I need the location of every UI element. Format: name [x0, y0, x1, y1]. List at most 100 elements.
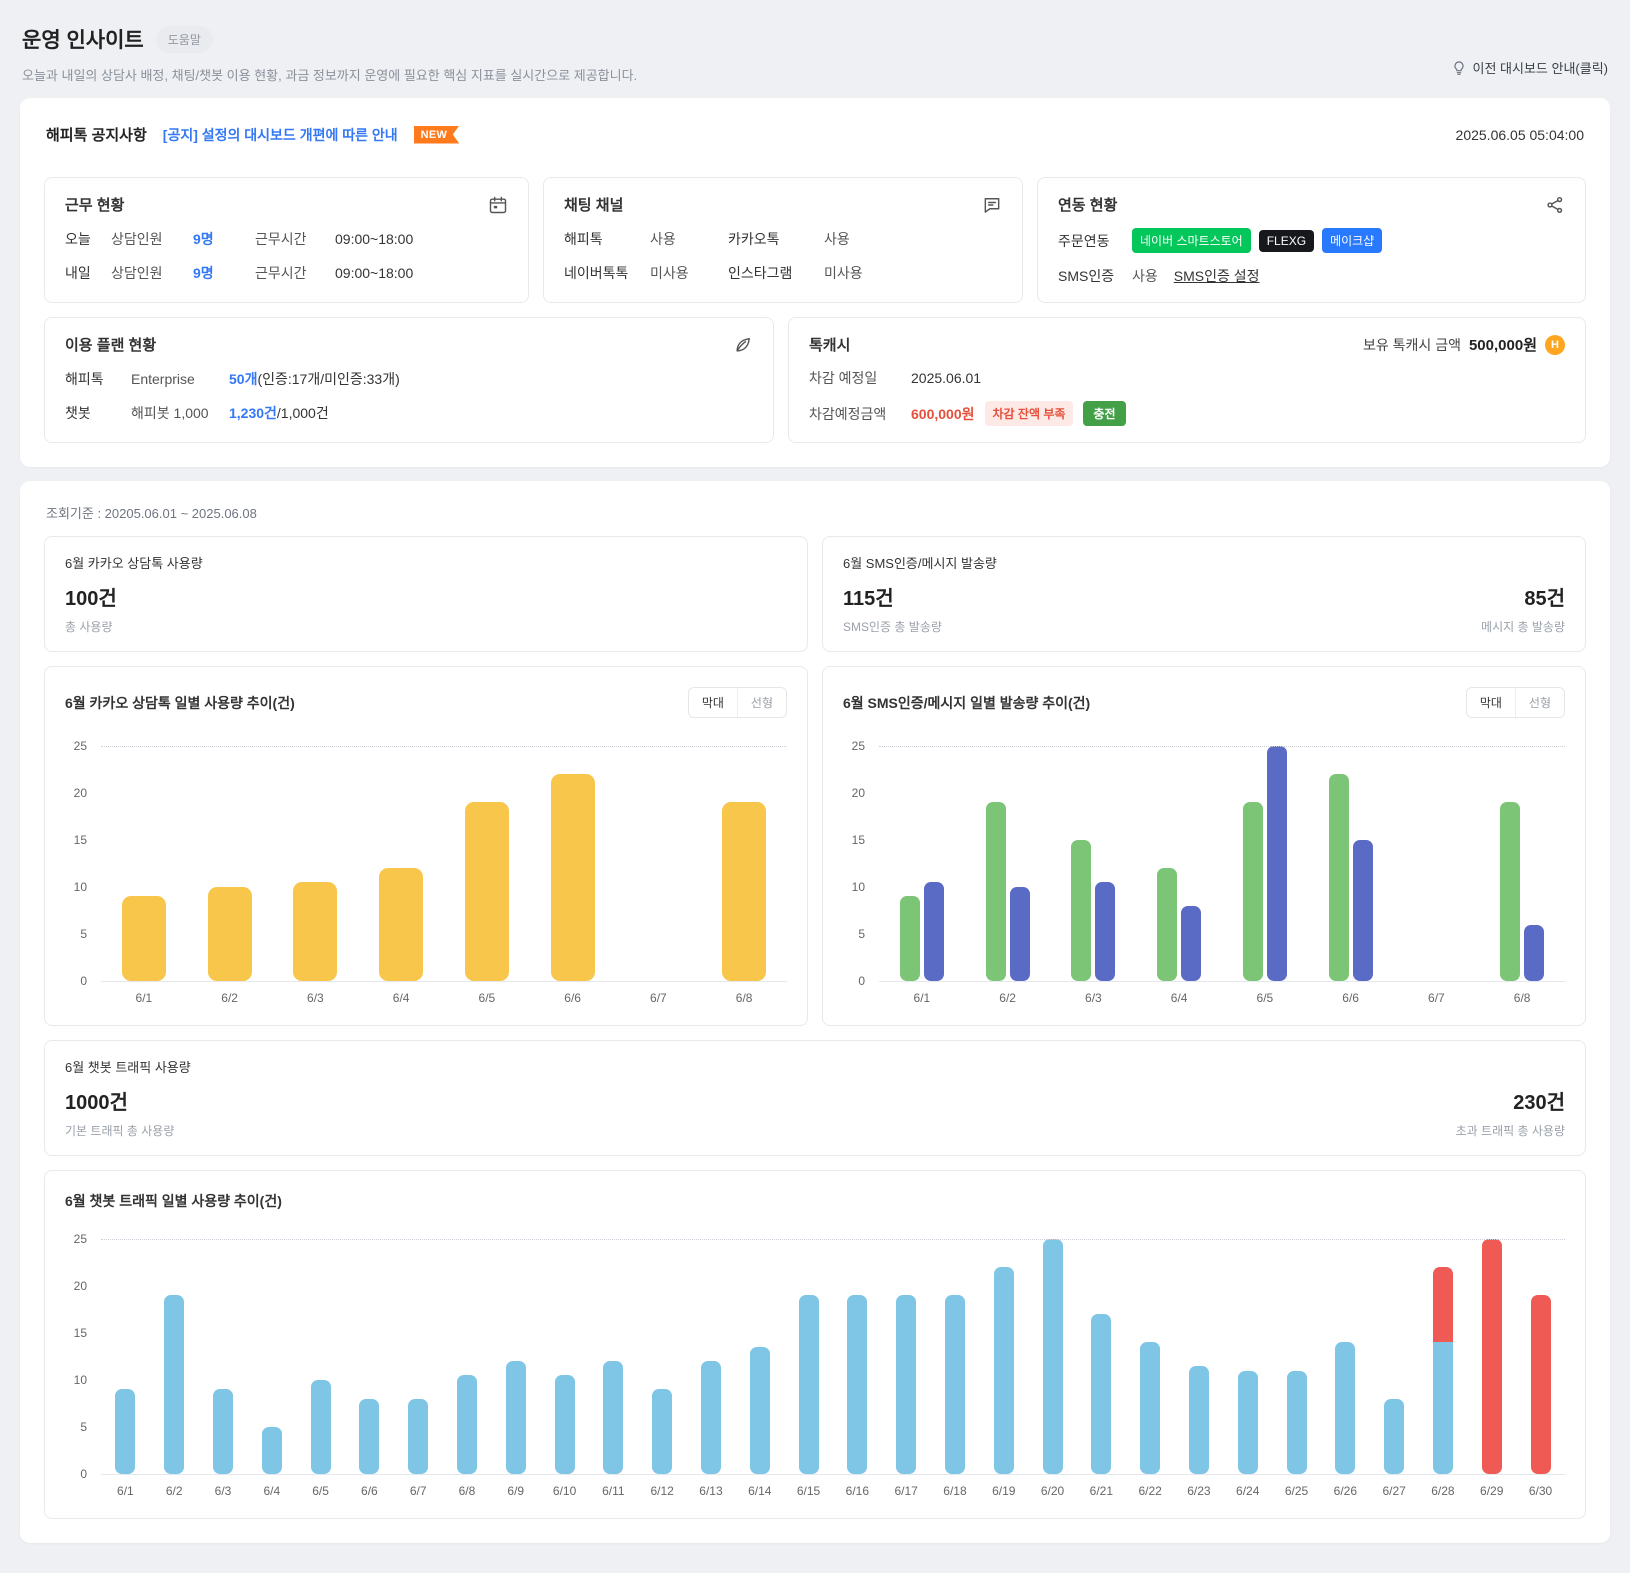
bar-segment	[944, 1295, 965, 1474]
y-tick-label: 5	[80, 1420, 87, 1434]
x-tick-label: 6/28	[1431, 1484, 1455, 1498]
channel-name: 카카오톡	[728, 231, 780, 247]
header-left: 운영 인사이트 도움말 오늘과 내일의 상담사 배정, 채팅/챗봇 이용 현황,…	[22, 24, 637, 84]
bar	[1500, 802, 1521, 981]
low-balance-badge: 차감 잔액 부족	[984, 401, 1074, 426]
page-title: 운영 인사이트	[22, 29, 144, 52]
x-tick-label: 6/12	[650, 1484, 674, 1498]
bar	[379, 868, 424, 981]
bar-segment	[1384, 1398, 1405, 1474]
x-tick-label: 6/5	[478, 991, 496, 1005]
talkcash-balance-value: 500,000원	[1468, 337, 1537, 354]
work-time-value: 09:00~18:00	[335, 231, 414, 247]
channel-name: 인스타그램	[728, 265, 793, 281]
y-tick-label: 0	[858, 974, 865, 988]
toggle-bar-button[interactable]: 막대	[1466, 688, 1515, 717]
x-tick-label: 6/11	[602, 1484, 625, 1498]
x-tick-label: 6/5	[1256, 991, 1274, 1005]
chart-slot	[296, 1239, 345, 1474]
kakao-chart-title: 6월 카카오 상담톡 일별 사용량 추이(건)	[65, 694, 295, 711]
chart-slot	[1479, 746, 1565, 981]
chart-slot	[1308, 746, 1394, 981]
bar	[923, 882, 944, 981]
plan-row-happytalk: 해피톡 Enterprise 50개(인증:17개/미인증:33개)	[65, 369, 753, 389]
deduct-amount-label: 차감예정금액	[809, 405, 887, 422]
plan-usage-value: 1,230건/1,000건	[229, 403, 753, 423]
x-tick-label: 6/3	[214, 1484, 232, 1498]
x-tick-label: 6/7	[650, 991, 667, 1005]
chart-slot	[273, 746, 359, 981]
sms-daily-chart: 0 5 10 15 20 25 6/1 6/2 6/3 6/4 6/5 6/6 6/7 6/8	[843, 739, 1565, 1005]
bar-segment	[798, 1295, 819, 1474]
integration-card: 연동 현황 주문연동 네이버 스마트스토어 FLEXG 메이크샵 SMS인증 사…	[1037, 177, 1586, 303]
bar-segment	[1530, 1295, 1551, 1474]
charge-button[interactable]: 충전	[1083, 401, 1126, 426]
agent-count-label: 상담인원	[111, 265, 163, 281]
bar-segment	[310, 1380, 331, 1474]
chart-slot	[1028, 1239, 1077, 1474]
x-tick-label: 6/22	[1138, 1484, 1162, 1498]
chart-slot	[540, 1239, 589, 1474]
y-tick-label: 25	[851, 739, 865, 753]
channel-status: 미사용	[824, 265, 863, 281]
chart-slot	[589, 1239, 638, 1474]
chart-slot	[345, 1239, 394, 1474]
plan-product-name: 해피톡	[65, 371, 104, 387]
talkcash-balance: 보유 톡캐시 금액 500,000원 H	[1363, 334, 1565, 355]
chart-slot	[1126, 1239, 1175, 1474]
x-tick-label: 6/25	[1284, 1484, 1309, 1498]
lightbulb-icon	[1451, 60, 1467, 76]
chart-slot	[101, 1239, 150, 1474]
chatbot-basic-caption: 기본 트래픽 총 사용량	[65, 1124, 175, 1138]
kakao-usage-total: 100건 총 사용량	[65, 582, 117, 635]
work-row-tomorrow: 내일 상담인원 9명 근무시간 09:00~18:00	[65, 263, 508, 283]
channel-status: 미사용	[650, 265, 689, 281]
toggle-line-button[interactable]: 선형	[1514, 688, 1564, 717]
x-tick-label: 6/4	[1170, 991, 1188, 1005]
y-tick-label: 20	[851, 786, 865, 800]
order-integration-label: 주문연동	[1058, 232, 1110, 249]
help-button[interactable]: 도움말	[155, 25, 213, 53]
x-tick-label: 6/26	[1333, 1484, 1357, 1498]
chart-slot	[247, 1239, 296, 1474]
notice-link[interactable]: [공지] 설정의 대시보드 개편에 따른 안내	[163, 125, 398, 145]
message-value: 85건	[1524, 588, 1565, 610]
y-tick-label: 20	[73, 786, 87, 800]
bar	[1524, 924, 1545, 981]
chart-slot	[638, 1239, 687, 1474]
prev-dashboard-link[interactable]: 이전 대시보드 안내(클릭)	[1451, 58, 1608, 77]
status-cards-row-2: 이용 플랜 현황 해피톡 Enterprise 50개(인증:17개/미인증:3…	[44, 317, 1586, 443]
bar	[1071, 840, 1092, 981]
message-caption: 메시지 총 발송량	[1481, 620, 1565, 634]
plan-row-chatbot: 챗봇 해피봇 1,000 1,230건/1,000건	[65, 403, 753, 423]
toggle-line-button[interactable]: 선형	[736, 688, 786, 717]
x-tick-label: 6/30	[1528, 1484, 1553, 1498]
bar	[1009, 887, 1030, 981]
bar-segment	[505, 1361, 526, 1474]
toggle-bar-button[interactable]: 막대	[688, 688, 737, 717]
chart-slot	[1051, 746, 1137, 981]
talkcash-card: 톡캐시 보유 톡캐시 금액 500,000원 H 차감 예정일 2025.06.…	[788, 317, 1586, 443]
chart-slot	[1136, 746, 1222, 981]
bar-segment	[408, 1398, 429, 1474]
bar-segment	[1481, 1239, 1502, 1474]
chatbot-traffic-stat-card: 6월 챗봇 트래픽 사용량 1000건 기본 트래픽 총 사용량 230건 초과…	[44, 1040, 1586, 1156]
bar	[293, 882, 338, 981]
channel-status: 사용	[650, 231, 676, 247]
chart-slot	[1222, 746, 1308, 981]
chart-slot	[150, 1239, 199, 1474]
x-tick-label: 6/9	[507, 1484, 525, 1498]
chart-cards-row: 6월 카카오 상담톡 일별 사용량 추이(건) 막대 선형 0 5 10 15 20 25…	[44, 666, 1586, 1026]
agent-count-value: 9명	[193, 265, 214, 281]
chart-slot	[616, 746, 702, 981]
bar	[1266, 746, 1287, 981]
x-tick-label: 6/23	[1187, 1484, 1211, 1498]
bar	[899, 896, 920, 981]
agent-count-label: 상담인원	[111, 231, 163, 247]
status-cards-row-1: 근무 현황 오늘 상담인원 9명 근무시간 09:00~18:00 내일 상담인…	[44, 177, 1586, 303]
sms-chart-title: 6월 SMS인증/메시지 일별 발송량 추이(건)	[843, 694, 1091, 711]
x-tick-label: 6/6	[361, 1484, 378, 1498]
bar-segment	[359, 1398, 380, 1474]
sms-auth-settings-link[interactable]: SMS인증 설정	[1174, 266, 1260, 286]
work-status-card: 근무 현황 오늘 상담인원 9명 근무시간 09:00~18:00 내일 상담인…	[44, 177, 529, 303]
